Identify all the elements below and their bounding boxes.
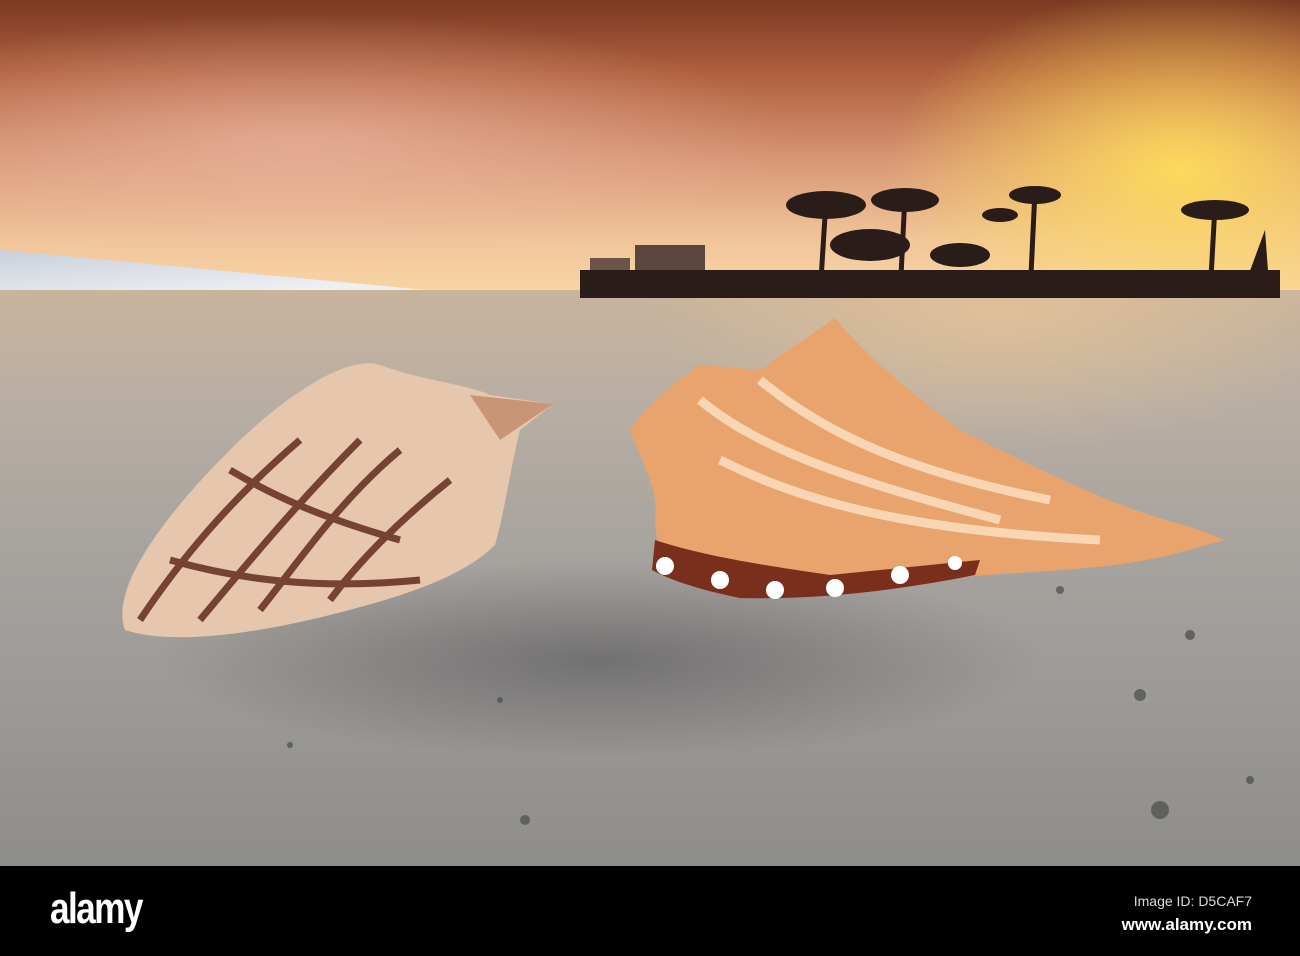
- scene-illustration: [122, 186, 1280, 825]
- palm-trees-silhouette: [580, 186, 1280, 298]
- dark-patterned-shell: [122, 363, 554, 638]
- beach-photo: [0, 0, 1300, 866]
- alamy-logo: alamy: [50, 884, 143, 933]
- image-id-label: Image ID: D5CAF7: [1133, 893, 1252, 909]
- watermark-footer: alamy Image ID: D5CAF7 www.alamy.com: [0, 866, 1300, 956]
- orange-conch-shell: [630, 318, 1225, 599]
- sand-pits: [287, 586, 1254, 825]
- site-url: www.alamy.com: [1121, 915, 1252, 934]
